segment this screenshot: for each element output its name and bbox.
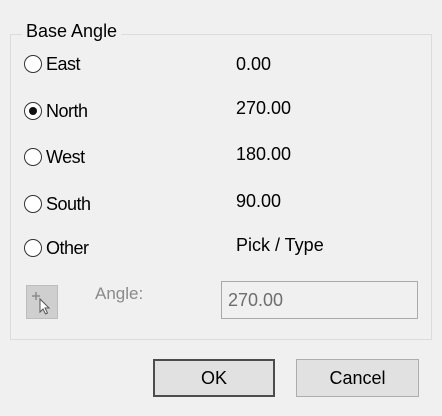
angle-input[interactable]: 270.00 xyxy=(221,281,418,319)
ok-button[interactable]: OK xyxy=(153,359,275,397)
radio-west-label[interactable]: West xyxy=(46,147,85,168)
south-angle-value: 90.00 xyxy=(236,191,282,211)
radio-east[interactable]: East xyxy=(24,52,81,76)
radio-east-label[interactable]: East xyxy=(46,54,81,75)
radio-south-label[interactable]: South xyxy=(46,194,91,215)
base-angle-group-title: Base Angle xyxy=(22,20,122,42)
radio-other-label[interactable]: Other xyxy=(46,238,89,259)
pick-angle-button[interactable] xyxy=(26,285,58,319)
radio-other[interactable]: Other xyxy=(24,236,89,260)
radio-west-indicator[interactable] xyxy=(24,148,42,166)
pick-type-label: Pick / Type xyxy=(236,235,324,255)
cancel-button[interactable]: Cancel xyxy=(296,359,419,397)
radio-north-label[interactable]: North xyxy=(46,101,88,122)
radio-other-indicator[interactable] xyxy=(24,239,42,257)
angle-label: Angle: xyxy=(95,284,144,303)
radio-west[interactable]: West xyxy=(24,145,85,169)
radio-north-indicator[interactable] xyxy=(24,102,42,120)
east-angle-value: 0.00 xyxy=(236,54,272,74)
pick-point-cursor-icon xyxy=(32,292,51,315)
north-angle-value: 270.00 xyxy=(236,98,292,118)
radio-south[interactable]: South xyxy=(24,192,91,216)
west-angle-value: 180.00 xyxy=(236,144,292,164)
radio-south-indicator[interactable] xyxy=(24,195,42,213)
radio-north[interactable]: North xyxy=(24,99,88,123)
radio-east-indicator[interactable] xyxy=(24,55,42,73)
